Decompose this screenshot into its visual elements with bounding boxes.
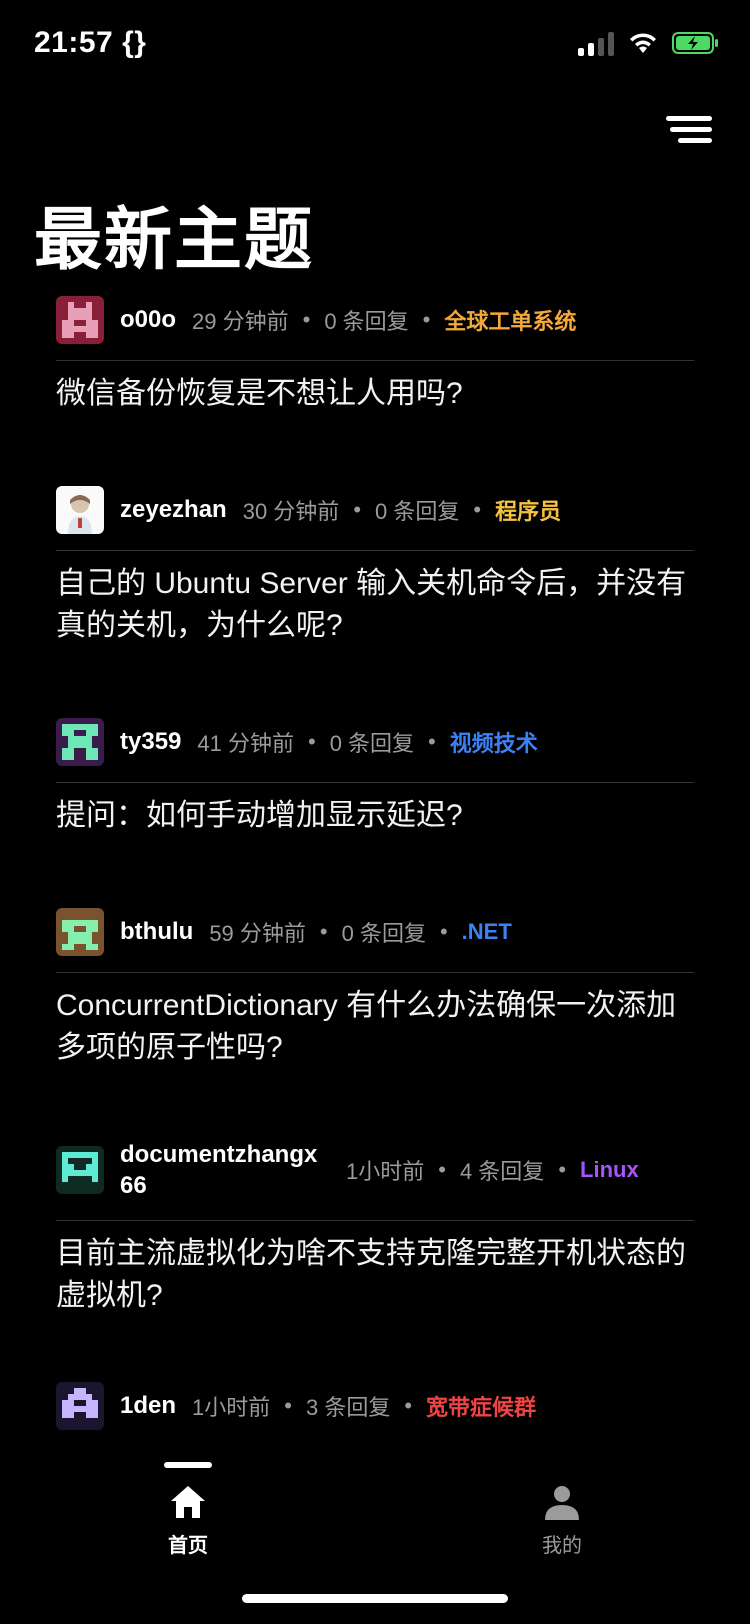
status-icons bbox=[578, 30, 720, 56]
topic-node[interactable]: 宽带症候群 bbox=[426, 1390, 536, 1422]
avatar[interactable] bbox=[56, 1382, 104, 1430]
topic-item[interactable]: 1den 1小时前 • 3 条回复 • 宽带症候群 bbox=[56, 1376, 694, 1446]
topic-item[interactable]: zeyezhan 30 分钟前 • 0 条回复 • 程序员 自己的 Ubuntu… bbox=[56, 480, 694, 647]
tab-bar: 首页 我的 bbox=[0, 1468, 750, 1558]
page-title: 最新主题 bbox=[34, 202, 315, 278]
separator-dot: • bbox=[439, 919, 448, 944]
person-icon bbox=[543, 1486, 581, 1524]
topic-title[interactable]: 目前主流虚拟化为啥不支持克隆完整开机状态的虚拟机? bbox=[56, 1233, 694, 1317]
topic-time: 59 分钟前 bbox=[209, 921, 306, 946]
separator-dot: • bbox=[558, 1157, 567, 1182]
separator-dot: • bbox=[302, 307, 311, 332]
topic-replies: 0 条回复 bbox=[329, 731, 415, 756]
status-bar: 21:57 {} bbox=[0, 0, 750, 90]
topic-replies: 0 条回复 bbox=[324, 309, 409, 334]
topic-meta: ty359 41 分钟前 • 0 条回复 • 视频技术 bbox=[56, 712, 694, 783]
topic-author[interactable]: documentzhangx 66 bbox=[120, 1139, 330, 1201]
topic-item[interactable]: ty359 41 分钟前 • 0 条回复 • 视频技术 提问：如何手动增加显示延… bbox=[56, 712, 694, 837]
menu-button[interactable] bbox=[664, 114, 712, 150]
status-time: 21:57 {} bbox=[34, 26, 147, 59]
topic-meta: zeyezhan 30 分钟前 • 0 条回复 • 程序员 bbox=[56, 480, 694, 551]
topic-author[interactable]: 1den bbox=[120, 1392, 176, 1420]
avatar[interactable] bbox=[56, 908, 104, 956]
battery-icon bbox=[672, 31, 720, 55]
topic-list: o00o 29 分钟前 • 0 条回复 • 全球工单系统 微信备份恢复是不想让人… bbox=[0, 290, 750, 1462]
topic-meta: 1den 1小时前 • 3 条回复 • 宽带症候群 bbox=[56, 1376, 694, 1446]
topic-item[interactable]: documentzhangx 66 1小时前 • 4 条回复 • Linux 目… bbox=[56, 1130, 694, 1317]
separator-dot: • bbox=[353, 497, 362, 522]
topic-replies: 4 条回复 bbox=[459, 1159, 545, 1184]
avatar[interactable] bbox=[56, 296, 104, 344]
topic-time: 30 分钟前 bbox=[242, 499, 340, 524]
topic-item[interactable]: bthulu 59 分钟前 • 0 条回复 • .NET ConcurrentD… bbox=[56, 902, 694, 1069]
topic-replies: 0 条回复 bbox=[375, 499, 460, 524]
wifi-icon bbox=[628, 31, 658, 55]
topic-meta: o00o 29 分钟前 • 0 条回复 • 全球工单系统 bbox=[56, 290, 694, 361]
topic-author[interactable]: o00o bbox=[120, 306, 176, 334]
topic-replies: 3 条回复 bbox=[305, 1395, 391, 1420]
topic-author[interactable]: bthulu bbox=[120, 918, 193, 946]
tab-home[interactable]: 首页 bbox=[128, 1484, 248, 1558]
home-indicator[interactable] bbox=[242, 1594, 508, 1603]
separator-dot: • bbox=[307, 729, 316, 754]
separator-dot: • bbox=[422, 307, 431, 332]
topic-author[interactable]: ty359 bbox=[120, 728, 181, 756]
topic-node[interactable]: 全球工单系统 bbox=[444, 304, 576, 336]
topic-title[interactable]: ConcurrentDictionary 有什么办法确保一次添加多项的原子性吗? bbox=[56, 985, 694, 1069]
avatar[interactable] bbox=[56, 486, 104, 534]
topic-item[interactable]: o00o 29 分钟前 • 0 条回复 • 全球工单系统 微信备份恢复是不想让人… bbox=[56, 290, 694, 415]
topic-node[interactable]: Linux bbox=[580, 1157, 639, 1183]
topic-node[interactable]: .NET bbox=[462, 919, 512, 945]
separator-dot: • bbox=[284, 1393, 292, 1418]
separator-dot: • bbox=[404, 1393, 413, 1418]
avatar[interactable] bbox=[56, 718, 104, 766]
separator-dot: • bbox=[438, 1157, 446, 1182]
tab-profile-label: 我的 bbox=[542, 1535, 582, 1557]
topic-time: 41 分钟前 bbox=[197, 731, 294, 756]
topic-meta: bthulu 59 分钟前 • 0 条回复 • .NET bbox=[56, 902, 694, 973]
signal-icon bbox=[578, 30, 614, 56]
tab-home-label: 首页 bbox=[168, 1535, 208, 1557]
topic-author[interactable]: zeyezhan bbox=[120, 496, 227, 524]
avatar[interactable] bbox=[56, 1146, 104, 1194]
topic-time: 29 分钟前 bbox=[192, 309, 289, 334]
separator-dot: • bbox=[473, 497, 482, 522]
topic-title[interactable]: 自己的 Ubuntu Server 输入关机命令后，并没有真的关机，为什么呢? bbox=[56, 563, 694, 647]
separator-dot: • bbox=[428, 729, 436, 754]
separator-dot: • bbox=[319, 919, 328, 944]
topic-time: 1小时前 bbox=[346, 1159, 425, 1184]
topic-title[interactable]: 提问：如何手动增加显示延迟? bbox=[56, 795, 694, 837]
topic-replies: 0 条回复 bbox=[341, 921, 426, 946]
topic-node[interactable]: 视频技术 bbox=[450, 726, 538, 758]
topic-node[interactable]: 程序员 bbox=[495, 494, 561, 526]
home-icon bbox=[169, 1486, 207, 1524]
topic-meta: documentzhangx 66 1小时前 • 4 条回复 • Linux bbox=[56, 1130, 694, 1221]
topic-title[interactable]: 微信备份恢复是不想让人用吗? bbox=[56, 373, 694, 415]
tab-profile[interactable]: 我的 bbox=[502, 1484, 622, 1558]
topic-time: 1小时前 bbox=[192, 1395, 271, 1420]
